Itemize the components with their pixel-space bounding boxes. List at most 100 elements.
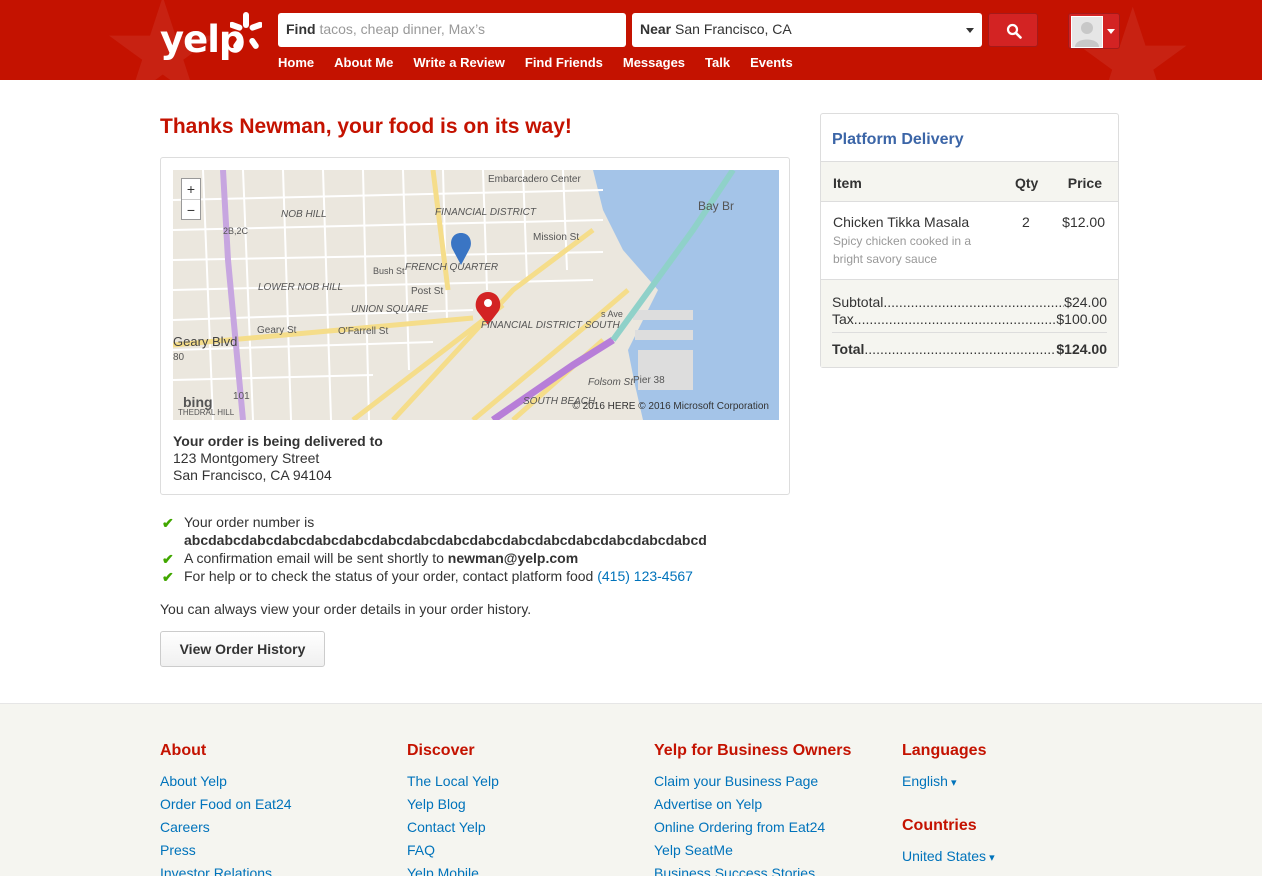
confirmation-list: ✔ Your order number is abcdabcdabcdabcda… xyxy=(160,513,800,585)
country-select[interactable]: United States xyxy=(902,845,995,870)
chevron-down-icon[interactable] xyxy=(966,28,974,33)
map-label: Mission St xyxy=(533,232,579,243)
footer-link[interactable]: About Yelp xyxy=(160,770,292,793)
footer-link[interactable]: Yelp SeatMe xyxy=(654,839,851,862)
view-order-history-button[interactable]: View Order History xyxy=(160,631,325,667)
nav-messages[interactable]: Messages xyxy=(623,55,685,70)
total-row: Total $124.00 xyxy=(832,332,1107,357)
item-name: Chicken Tikka Masala xyxy=(833,214,970,230)
map-label: FINANCIAL DISTRICT SOUTH xyxy=(481,320,620,331)
footer-link[interactable]: Investor Relations xyxy=(160,862,292,876)
order-number-prefix: Your order number is xyxy=(184,514,315,530)
map-label: FINANCIAL DISTRICT xyxy=(435,207,537,218)
find-input[interactable]: Find tacos, cheap dinner, Max’s xyxy=(278,13,626,47)
user-silhouette-icon xyxy=(1075,22,1099,47)
site-header: ★ ★ yelp Find tacos, cheap dinner, Max’s… xyxy=(0,0,1262,80)
footer-link[interactable]: The Local Yelp xyxy=(407,770,499,793)
help-item: ✔ For help or to check the status of you… xyxy=(160,567,800,585)
email-prefix: A confirmation email will be sent shortl… xyxy=(184,550,444,566)
near-value: San Francisco, CA xyxy=(675,21,792,37)
nav-home[interactable]: Home xyxy=(278,55,314,70)
subtotal-row: Subtotal $24.00 xyxy=(832,294,1107,310)
map-graphic: NOB HILL FINANCIAL DISTRICT FRENCH QUART… xyxy=(173,170,779,420)
chevron-down-icon xyxy=(1107,29,1115,34)
find-placeholder: tacos, cheap dinner, Max’s xyxy=(319,21,485,37)
footer-link[interactable]: Contact Yelp xyxy=(407,816,499,839)
email-item: ✔ A confirmation email will be sent shor… xyxy=(160,549,800,567)
delivery-heading: Your order is being delivered to xyxy=(173,433,383,449)
item-description: Spicy chicken cooked in a bright savory … xyxy=(833,234,972,266)
map-label: FRENCH QUARTER xyxy=(405,262,498,273)
col-qty: Qty xyxy=(1015,175,1039,191)
order-totals: Subtotal $24.00 Tax $100.00 Total $124.0… xyxy=(821,279,1118,367)
map-label: Folsom St xyxy=(588,377,634,388)
map-label: UNION SQUARE xyxy=(351,304,429,315)
order-summary-panel: Platform Delivery Item Qty Price Chicken… xyxy=(820,113,1119,368)
main-nav: Home About Me Write a Review Find Friend… xyxy=(278,55,813,70)
footer-languages-heading: Languages xyxy=(902,742,987,759)
nav-talk[interactable]: Talk xyxy=(705,55,730,70)
checkmark-icon: ✔ xyxy=(162,515,174,531)
item-price: $12.00 xyxy=(1062,214,1105,230)
footer-discover: Discover The Local Yelp Yelp Blog Contac… xyxy=(407,742,499,876)
footer-discover-heading: Discover xyxy=(407,742,475,759)
checkmark-icon: ✔ xyxy=(162,569,174,585)
order-number: abcdabcdabcdabcdabcdabcdabcdabcdabcdabcd… xyxy=(184,532,707,548)
order-table-header: Item Qty Price xyxy=(821,161,1118,202)
map-label: 2B,2C xyxy=(223,226,249,236)
yelp-logo[interactable]: yelp xyxy=(160,10,262,66)
help-prefix: For help or to check the status of your … xyxy=(184,568,594,584)
find-label: Find xyxy=(286,21,316,37)
footer-link[interactable]: Yelp Mobile xyxy=(407,862,499,876)
footer-business-heading: Yelp for Business Owners xyxy=(654,742,852,759)
footer-link[interactable]: Advertise on Yelp xyxy=(654,793,851,816)
map-label: 101 xyxy=(233,391,250,402)
zoom-in-button[interactable]: + xyxy=(182,179,200,199)
zoom-out-button[interactable]: − xyxy=(182,199,200,219)
map-label: Geary St xyxy=(257,325,297,336)
tax-value: $100.00 xyxy=(1056,311,1107,327)
nav-find-friends[interactable]: Find Friends xyxy=(525,55,603,70)
delivery-card: NOB HILL FINANCIAL DISTRICT FRENCH QUART… xyxy=(160,157,790,495)
panel-title[interactable]: Platform Delivery xyxy=(832,131,964,149)
subtotal-value: $24.00 xyxy=(1064,294,1107,310)
footer-countries-heading: Countries xyxy=(902,817,977,834)
footer-link[interactable]: Yelp Blog xyxy=(407,793,499,816)
map-label: O'Farrell St xyxy=(338,326,388,337)
footer-link[interactable]: Press xyxy=(160,839,292,862)
search-button[interactable] xyxy=(988,13,1038,47)
page-title: Thanks Newman, your food is on its way! xyxy=(160,115,572,138)
nav-events[interactable]: Events xyxy=(750,55,793,70)
address-line-1: 123 Montgomery Street xyxy=(173,450,320,466)
footer-about-heading: About xyxy=(160,742,207,759)
col-item: Item xyxy=(833,175,862,191)
footer-link[interactable]: FAQ xyxy=(407,839,499,862)
near-input[interactable]: Near San Francisco, CA xyxy=(632,13,982,47)
map-attribution: © 2016 HERE © 2016 Microsoft Corporation xyxy=(572,401,770,412)
history-note: You can always view your order details i… xyxy=(160,601,532,617)
total-value: $124.00 xyxy=(1056,341,1107,357)
map-label: 80 xyxy=(173,352,185,363)
map-label: s Ave xyxy=(601,309,623,319)
nav-about-me[interactable]: About Me xyxy=(334,55,393,70)
nav-write-review[interactable]: Write a Review xyxy=(413,55,505,70)
checkmark-icon: ✔ xyxy=(162,551,174,567)
footer-link[interactable]: Business Success Stories xyxy=(654,862,851,876)
avatar xyxy=(1071,16,1103,48)
footer-link[interactable]: Careers xyxy=(160,816,292,839)
col-price: Price xyxy=(1067,175,1102,191)
footer-link[interactable]: Claim your Business Page xyxy=(654,770,851,793)
delivery-map[interactable]: NOB HILL FINANCIAL DISTRICT FRENCH QUART… xyxy=(173,170,779,420)
map-label: Embarcadero Center xyxy=(488,174,581,185)
search-icon xyxy=(1006,23,1022,39)
email-address: newman@yelp.com xyxy=(447,550,579,566)
footer-about: About About Yelp Order Food on Eat24 Car… xyxy=(160,742,292,876)
language-select[interactable]: English xyxy=(902,770,995,795)
footer-link[interactable]: Online Ordering from Eat24 xyxy=(654,816,851,839)
bing-logo: bing xyxy=(183,394,213,410)
phone-link[interactable]: (415) 123-4567 xyxy=(597,568,693,584)
yelp-burst-icon xyxy=(230,12,262,49)
near-label: Near xyxy=(640,21,672,37)
footer-link[interactable]: Order Food on Eat24 xyxy=(160,793,292,816)
user-menu[interactable] xyxy=(1068,13,1120,49)
